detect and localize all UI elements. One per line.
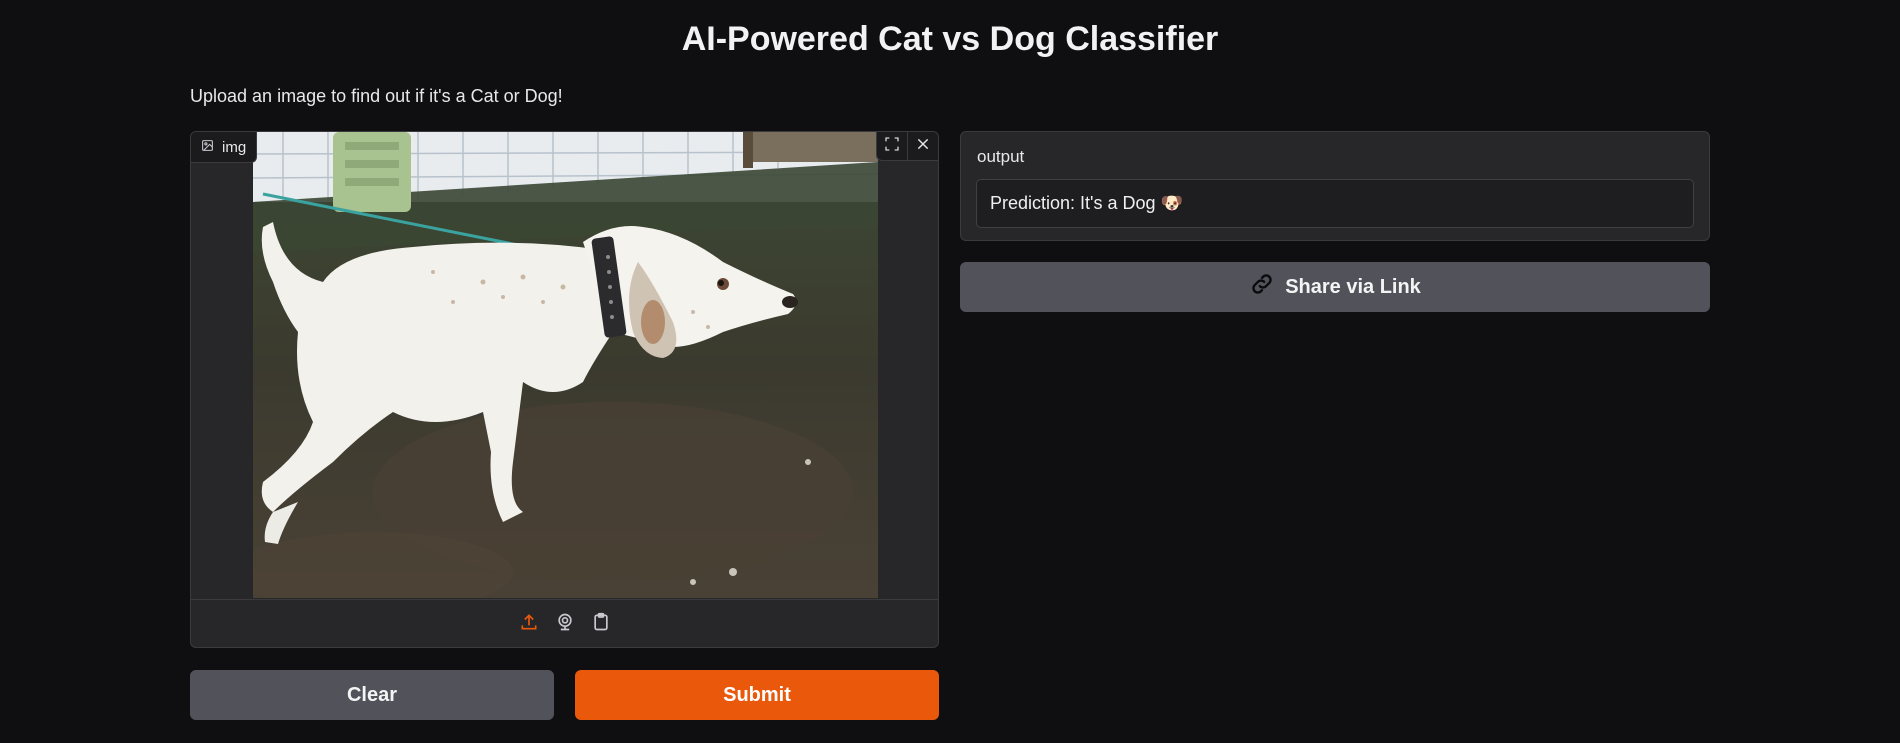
link-icon	[1249, 271, 1275, 303]
share-via-link-button[interactable]: Share via Link	[960, 262, 1710, 312]
webcam-button[interactable]	[554, 612, 576, 637]
uploaded-dog-photo	[253, 132, 878, 598]
upload-button[interactable]	[518, 614, 540, 636]
image-input-label: img	[191, 132, 258, 163]
image-input-label-text: img	[222, 138, 247, 156]
output-panel: output Prediction: It's a Dog 🐶	[960, 131, 1710, 241]
clipboard-icon	[591, 612, 611, 637]
close-icon	[915, 136, 931, 157]
output-value: Prediction: It's a Dog 🐶	[990, 193, 1183, 213]
fullscreen-icon	[884, 136, 900, 157]
clear-button[interactable]: Clear	[190, 670, 554, 720]
output-label: output	[977, 147, 1025, 166]
fullscreen-button[interactable]	[877, 132, 907, 160]
image-corner-controls	[876, 132, 938, 161]
image-input-panel[interactable]: img	[190, 131, 939, 648]
output-textbox[interactable]: Prediction: It's a Dog 🐶	[976, 179, 1694, 228]
submit-button[interactable]: Submit	[575, 670, 939, 720]
share-button-label: Share via Link	[1285, 275, 1421, 298]
upload-icon	[519, 612, 539, 637]
image-source-toolbar	[191, 599, 938, 647]
clipboard-button[interactable]	[590, 612, 612, 637]
clear-image-button[interactable]	[907, 132, 938, 160]
webcam-icon	[555, 612, 575, 637]
page-description: Upload an image to find out if it's a Ca…	[190, 86, 563, 106]
page-title: AI-Powered Cat vs Dog Classifier	[681, 20, 1219, 58]
image-icon	[201, 139, 214, 156]
